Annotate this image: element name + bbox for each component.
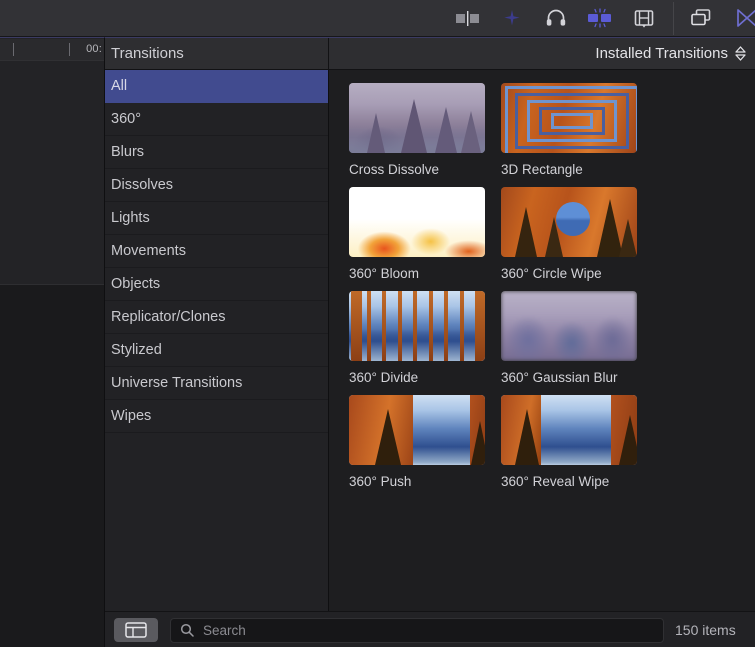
category-sidebar[interactable]: All 360° Blurs Dissolves Lights Movements Obje… — [105, 70, 329, 611]
category-item-label: Replicator/Clones — [111, 309, 226, 325]
transition-thumbnail[interactable] — [349, 395, 485, 465]
timeline-lower-area[interactable] — [0, 284, 104, 647]
transition-thumbnail[interactable] — [501, 291, 637, 361]
category-item-label: Movements — [111, 243, 186, 259]
transitions-browser-panel: Transitions Installed Transitions All 360… — [104, 37, 755, 647]
transition-item[interactable]: 360° Push — [349, 395, 485, 491]
toolbar-divider — [673, 2, 674, 35]
transition-item[interactable]: 360° Reveal Wipe — [501, 395, 637, 491]
transition-thumbnail[interactable] — [349, 83, 485, 153]
category-item-label: Dissolves — [111, 177, 174, 193]
chevron-up-down-icon — [735, 46, 746, 61]
transition-label: 360° Push — [349, 474, 412, 489]
page-title: Transitions — [111, 45, 184, 62]
timeline-timecode: 00: — [86, 43, 102, 55]
category-item-label: Blurs — [111, 144, 145, 160]
transition-label: 3D Rectangle — [501, 162, 583, 177]
toolbar-right-buttons — [688, 0, 755, 36]
category-item-label: Wipes — [111, 408, 152, 424]
search-field[interactable] — [170, 617, 664, 643]
transition-thumbnail[interactable] — [501, 187, 637, 257]
transition-label: 360° Reveal Wipe — [501, 474, 610, 489]
transition-thumbnail[interactable] — [501, 395, 637, 465]
split-clip-icon[interactable] — [455, 6, 481, 30]
final-cut-pro-transitions-browser: 00: Transitions Installed Transitions Al… — [0, 0, 755, 647]
transition-thumbnail[interactable] — [349, 291, 485, 361]
category-item[interactable]: 360° — [105, 103, 328, 136]
category-item[interactable]: Objects — [105, 268, 328, 301]
sidebar-panel-icon[interactable] — [114, 618, 158, 642]
installed-transitions-label: Installed Transitions — [595, 45, 728, 62]
search-input[interactable] — [201, 621, 663, 639]
effects-plus-icon[interactable] — [499, 6, 525, 30]
transition-item[interactable]: 360° Gaussian Blur — [501, 291, 637, 387]
category-item-label: Universe Transitions — [111, 375, 243, 391]
transition-item[interactable]: 360° Divide — [349, 291, 485, 387]
search-icon — [180, 623, 194, 637]
transition-label: 360° Circle Wipe — [501, 266, 602, 281]
browser-bottom-bar: 150 items — [105, 611, 755, 647]
window-layers-icon[interactable] — [688, 6, 714, 30]
category-item[interactable]: All — [105, 70, 328, 103]
transition-item[interactable]: Cross Dissolve — [349, 83, 485, 179]
transition-item[interactable]: 3D Rectangle — [501, 83, 637, 179]
category-item[interactable]: Universe Transitions — [105, 367, 328, 400]
transition-label: 360° Divide — [349, 370, 419, 385]
headphones-icon[interactable] — [543, 6, 569, 30]
transition-label: 360° Gaussian Blur — [501, 370, 618, 385]
top-toolbar — [0, 0, 755, 37]
category-item[interactable]: Replicator/Clones — [105, 301, 328, 334]
installed-transitions-popup[interactable]: Installed Transitions — [330, 38, 755, 69]
transition-thumbnail[interactable] — [349, 187, 485, 257]
transition-label: 360° Bloom — [349, 266, 419, 281]
category-item[interactable]: Stylized — [105, 334, 328, 367]
timeline-ruler[interactable]: 00: — [0, 39, 104, 61]
transition-item[interactable]: 360° Bloom — [349, 187, 485, 283]
category-item[interactable]: Blurs — [105, 136, 328, 169]
category-item-label: 360° — [111, 111, 141, 127]
toolbar-media-buttons — [455, 0, 657, 36]
category-item[interactable]: Movements — [105, 235, 328, 268]
category-item[interactable]: Wipes — [105, 400, 328, 433]
category-item-label: Objects — [111, 276, 161, 292]
browser-sidebar-header: Transitions — [105, 38, 329, 69]
keyframe-bowtie-icon[interactable] — [734, 6, 755, 30]
item-count-label: 150 items — [675, 622, 736, 638]
category-item-label: All — [111, 78, 128, 94]
timeline-strip[interactable]: 00: — [0, 37, 104, 647]
category-list-filler — [105, 433, 328, 611]
transition-item[interactable]: 360° Circle Wipe — [501, 187, 637, 283]
transition-thumbnail[interactable] — [501, 83, 637, 153]
transition-label: Cross Dissolve — [349, 162, 440, 177]
titles-filmstrip-icon[interactable] — [631, 6, 657, 30]
ruler-tick — [69, 43, 70, 56]
transitions-grid[interactable]: Cross Dissolve 3D Rectangle 360° Bloom 360°… — [330, 70, 755, 611]
browser-header: Transitions Installed Transitions — [105, 38, 755, 70]
category-item-label: Lights — [111, 210, 150, 226]
transitions-icon[interactable] — [587, 6, 613, 30]
ruler-tick — [13, 43, 14, 56]
category-item[interactable]: Lights — [105, 202, 328, 235]
category-item-label: Stylized — [111, 342, 162, 358]
category-item[interactable]: Dissolves — [105, 169, 328, 202]
